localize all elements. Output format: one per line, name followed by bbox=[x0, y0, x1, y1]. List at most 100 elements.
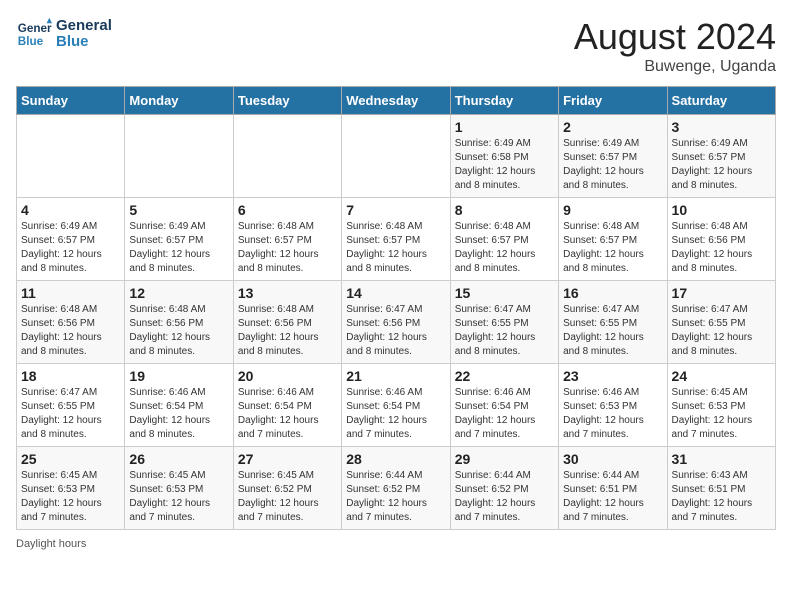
day-info: Sunrise: 6:49 AM Sunset: 6:57 PM Dayligh… bbox=[21, 220, 120, 276]
day-number: 23 bbox=[563, 368, 662, 384]
day-number: 28 bbox=[346, 451, 445, 467]
title-area: August 2024 Buwenge, Uganda bbox=[574, 16, 776, 76]
day-number: 18 bbox=[21, 368, 120, 384]
day-number: 12 bbox=[129, 285, 228, 301]
calendar-cell: 22Sunrise: 6:46 AM Sunset: 6:54 PM Dayli… bbox=[450, 364, 558, 447]
calendar-cell: 23 Sunrise: 6:46 AM Sunset: 6:53 PM Dayli… bbox=[559, 364, 667, 447]
calendar-cell bbox=[125, 115, 233, 198]
logo-icon: General Blue bbox=[16, 16, 52, 52]
calendar-cell: 7 Sunrise: 6:48 AM Sunset: 6:57 PM Daylig… bbox=[342, 198, 450, 281]
day-info: Sunrise: 6:48 AM Sunset: 6:57 PM Dayligh… bbox=[346, 220, 445, 276]
day-info: Sunrise: 6:45 AM Sunset: 6:53 PM Dayligh… bbox=[129, 469, 228, 525]
calendar-cell: 27 Sunrise: 6:45 AM Sunset: 6:52 PM Dayli… bbox=[233, 447, 341, 530]
calendar-cell: 16 Sunrise: 6:47 AM Sunset: 6:55 PM Dayli… bbox=[559, 281, 667, 364]
calendar-cell bbox=[342, 115, 450, 198]
day-info: Sunrise: 6:48 AM Sunset: 6:56 PM Dayligh… bbox=[129, 303, 228, 359]
day-info: Sunrise: 6:48 AM Sunset: 6:57 PM Dayligh… bbox=[455, 220, 554, 276]
day-number: 14 bbox=[346, 285, 445, 301]
calendar-cell: 18Sunrise: 6:47 AM Sunset: 6:55 PM Dayli… bbox=[17, 364, 125, 447]
day-info: Sunrise: 6:47 AM Sunset: 6:55 PM Dayligh… bbox=[563, 303, 662, 359]
day-info: Sunrise: 6:45 AM Sunset: 6:53 PM Dayligh… bbox=[672, 386, 771, 442]
day-info: Sunrise: 6:46 AM Sunset: 6:54 PM Dayligh… bbox=[346, 386, 445, 442]
location: Buwenge, Uganda bbox=[574, 58, 776, 76]
day-number: 7 bbox=[346, 202, 445, 218]
calendar-cell: 2Sunrise: 6:49 AM Sunset: 6:57 PM Daylig… bbox=[559, 115, 667, 198]
day-number: 20 bbox=[238, 368, 337, 384]
day-info: Sunrise: 6:45 AM Sunset: 6:53 PM Dayligh… bbox=[21, 469, 120, 525]
calendar-cell: 5 Sunrise: 6:49 AM Sunset: 6:57 PM Daylig… bbox=[125, 198, 233, 281]
day-info: Sunrise: 6:46 AM Sunset: 6:54 PM Dayligh… bbox=[455, 386, 554, 442]
calendar-cell: 20 Sunrise: 6:46 AM Sunset: 6:54 PM Dayli… bbox=[233, 364, 341, 447]
dow-header-cell: Sunday bbox=[17, 87, 125, 115]
day-number: 31 bbox=[672, 451, 771, 467]
svg-text:Blue: Blue bbox=[18, 35, 44, 48]
dow-header-cell: Saturday bbox=[667, 87, 775, 115]
day-info: Sunrise: 6:47 AM Sunset: 6:55 PM Dayligh… bbox=[455, 303, 554, 359]
day-info: Sunrise: 6:49 AM Sunset: 6:57 PM Dayligh… bbox=[563, 137, 662, 193]
dow-header-cell: Monday bbox=[125, 87, 233, 115]
day-info: Sunrise: 6:43 AM Sunset: 6:51 PM Dayligh… bbox=[672, 469, 771, 525]
day-info: Sunrise: 6:48 AM Sunset: 6:56 PM Dayligh… bbox=[21, 303, 120, 359]
day-number: 6 bbox=[238, 202, 337, 218]
footer-note: Daylight hours bbox=[16, 538, 776, 550]
calendar-cell: 10 Sunrise: 6:48 AM Sunset: 6:56 PM Dayli… bbox=[667, 198, 775, 281]
day-number: 19 bbox=[129, 368, 228, 384]
day-number: 1 bbox=[455, 119, 554, 135]
calendar-cell: 25 Sunrise: 6:45 AM Sunset: 6:53 PM Dayli… bbox=[17, 447, 125, 530]
day-number: 9 bbox=[563, 202, 662, 218]
day-number: 4 bbox=[21, 202, 120, 218]
page-header: General Blue General Blue August 2024 Bu… bbox=[16, 16, 776, 76]
svg-text:General: General bbox=[18, 22, 52, 35]
logo: General Blue General Blue bbox=[16, 16, 112, 52]
calendar-cell: 8 Sunrise: 6:48 AM Sunset: 6:57 PM Daylig… bbox=[450, 198, 558, 281]
day-info: Sunrise: 6:44 AM Sunset: 6:52 PM Dayligh… bbox=[346, 469, 445, 525]
day-number: 27 bbox=[238, 451, 337, 467]
calendar-cell: 29 Sunrise: 6:44 AM Sunset: 6:52 PM Dayli… bbox=[450, 447, 558, 530]
day-number: 25 bbox=[21, 451, 120, 467]
dow-header-cell: Friday bbox=[559, 87, 667, 115]
day-info: Sunrise: 6:49 AM Sunset: 6:58 PM Dayligh… bbox=[455, 137, 554, 193]
month-year: August 2024 bbox=[574, 16, 776, 58]
day-info: Sunrise: 6:49 AM Sunset: 6:57 PM Dayligh… bbox=[129, 220, 228, 276]
calendar-table: SundayMondayTuesdayWednesdayThursdayFrid… bbox=[16, 86, 776, 530]
dow-header-cell: Wednesday bbox=[342, 87, 450, 115]
logo-line2: Blue bbox=[56, 34, 112, 51]
day-info: Sunrise: 6:48 AM Sunset: 6:57 PM Dayligh… bbox=[238, 220, 337, 276]
day-info: Sunrise: 6:48 AM Sunset: 6:56 PM Dayligh… bbox=[672, 220, 771, 276]
calendar-cell: 24 Sunrise: 6:45 AM Sunset: 6:53 PM Dayli… bbox=[667, 364, 775, 447]
day-info: Sunrise: 6:46 AM Sunset: 6:54 PM Dayligh… bbox=[238, 386, 337, 442]
dow-header-cell: Thursday bbox=[450, 87, 558, 115]
calendar-cell: 4 Sunrise: 6:49 AM Sunset: 6:57 PM Daylig… bbox=[17, 198, 125, 281]
day-info: Sunrise: 6:46 AM Sunset: 6:54 PM Dayligh… bbox=[129, 386, 228, 442]
dow-header-cell: Tuesday bbox=[233, 87, 341, 115]
calendar-cell: 15 Sunrise: 6:47 AM Sunset: 6:55 PM Dayli… bbox=[450, 281, 558, 364]
day-number: 26 bbox=[129, 451, 228, 467]
calendar-cell: 13Sunrise: 6:48 AM Sunset: 6:56 PM Dayli… bbox=[233, 281, 341, 364]
calendar-cell bbox=[17, 115, 125, 198]
day-number: 24 bbox=[672, 368, 771, 384]
day-info: Sunrise: 6:44 AM Sunset: 6:51 PM Dayligh… bbox=[563, 469, 662, 525]
calendar-cell: 21Sunrise: 6:46 AM Sunset: 6:54 PM Dayli… bbox=[342, 364, 450, 447]
day-number: 30 bbox=[563, 451, 662, 467]
day-info: Sunrise: 6:48 AM Sunset: 6:56 PM Dayligh… bbox=[238, 303, 337, 359]
day-info: Sunrise: 6:49 AM Sunset: 6:57 PM Dayligh… bbox=[672, 137, 771, 193]
day-number: 10 bbox=[672, 202, 771, 218]
calendar-cell: 17Sunrise: 6:47 AM Sunset: 6:55 PM Dayli… bbox=[667, 281, 775, 364]
day-number: 15 bbox=[455, 285, 554, 301]
day-info: Sunrise: 6:46 AM Sunset: 6:53 PM Dayligh… bbox=[563, 386, 662, 442]
calendar-cell: 31 Sunrise: 6:43 AM Sunset: 6:51 PM Dayli… bbox=[667, 447, 775, 530]
day-info: Sunrise: 6:44 AM Sunset: 6:52 PM Dayligh… bbox=[455, 469, 554, 525]
day-number: 16 bbox=[563, 285, 662, 301]
calendar-cell: 11Sunrise: 6:48 AM Sunset: 6:56 PM Dayli… bbox=[17, 281, 125, 364]
logo-line1: General bbox=[56, 18, 112, 35]
calendar-cell: 6 Sunrise: 6:48 AM Sunset: 6:57 PM Daylig… bbox=[233, 198, 341, 281]
calendar-cell: 19 Sunrise: 6:46 AM Sunset: 6:54 PM Dayli… bbox=[125, 364, 233, 447]
calendar-cell: 12 Sunrise: 6:48 AM Sunset: 6:56 PM Dayli… bbox=[125, 281, 233, 364]
day-info: Sunrise: 6:47 AM Sunset: 6:56 PM Dayligh… bbox=[346, 303, 445, 359]
calendar-cell: 28 Sunrise: 6:44 AM Sunset: 6:52 PM Dayli… bbox=[342, 447, 450, 530]
calendar-cell: 3Sunrise: 6:49 AM Sunset: 6:57 PM Daylig… bbox=[667, 115, 775, 198]
day-info: Sunrise: 6:45 AM Sunset: 6:52 PM Dayligh… bbox=[238, 469, 337, 525]
day-number: 5 bbox=[129, 202, 228, 218]
day-number: 8 bbox=[455, 202, 554, 218]
day-number: 29 bbox=[455, 451, 554, 467]
